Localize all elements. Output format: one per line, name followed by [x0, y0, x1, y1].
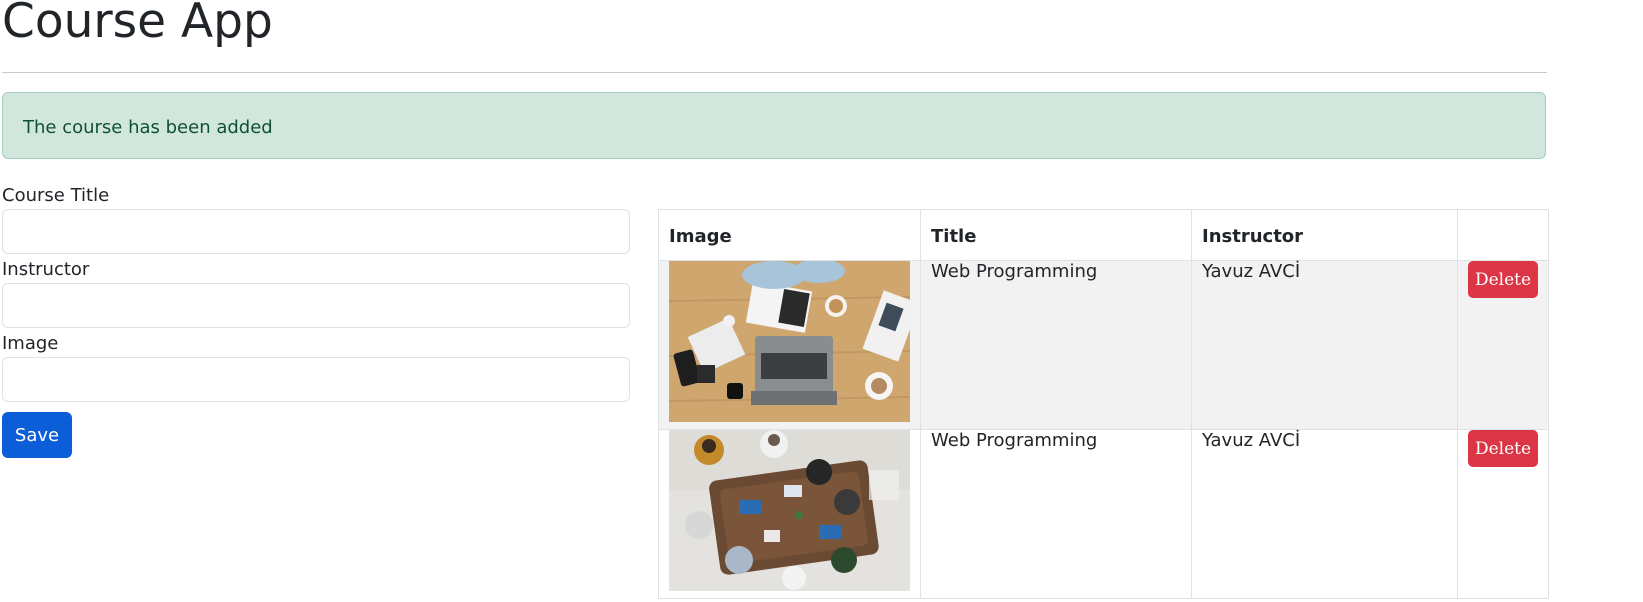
header-instructor: Instructor: [1191, 209, 1458, 261]
action-cell: Delete: [1457, 260, 1549, 430]
title-cell: Web Programming: [920, 260, 1192, 430]
course-form: Course Title Instructor Image Save: [2, 183, 630, 458]
delete-button[interactable]: Delete: [1468, 261, 1538, 298]
team-meeting-photo: [669, 430, 910, 591]
instructor-input[interactable]: [2, 283, 630, 328]
table-header-row: Image Title Instructor: [658, 209, 1549, 261]
laptop-desk-photo: [669, 261, 910, 422]
header-divider: [2, 72, 1547, 73]
page: Course App The course has been added Cou…: [0, 0, 1643, 602]
success-alert: The course has been added: [2, 92, 1546, 159]
course-title-label: Course Title: [2, 185, 110, 206]
title-cell: Web Programming: [920, 429, 1192, 599]
save-button[interactable]: Save: [2, 412, 72, 458]
courses-table: Image Title Instructor Web Programming Y…: [658, 209, 1549, 599]
table-row: Web Programming Yavuz AVCİ Delete: [658, 429, 1549, 599]
instructor-cell: Yavuz AVCİ: [1191, 260, 1458, 430]
image-input[interactable]: [2, 357, 630, 402]
header-title: Title: [920, 209, 1192, 261]
header-actions: [1457, 209, 1549, 261]
image-cell: [658, 429, 921, 599]
page-title: Course App: [2, 0, 273, 49]
instructor-cell: Yavuz AVCİ: [1191, 429, 1458, 599]
delete-button[interactable]: Delete: [1468, 430, 1538, 467]
action-cell: Delete: [1457, 429, 1549, 599]
table-row: Web Programming Yavuz AVCİ Delete: [658, 260, 1549, 430]
image-cell: [658, 260, 921, 430]
header-image: Image: [658, 209, 921, 261]
course-title-input[interactable]: [2, 209, 630, 254]
image-label: Image: [2, 333, 59, 354]
instructor-label: Instructor: [2, 259, 90, 280]
